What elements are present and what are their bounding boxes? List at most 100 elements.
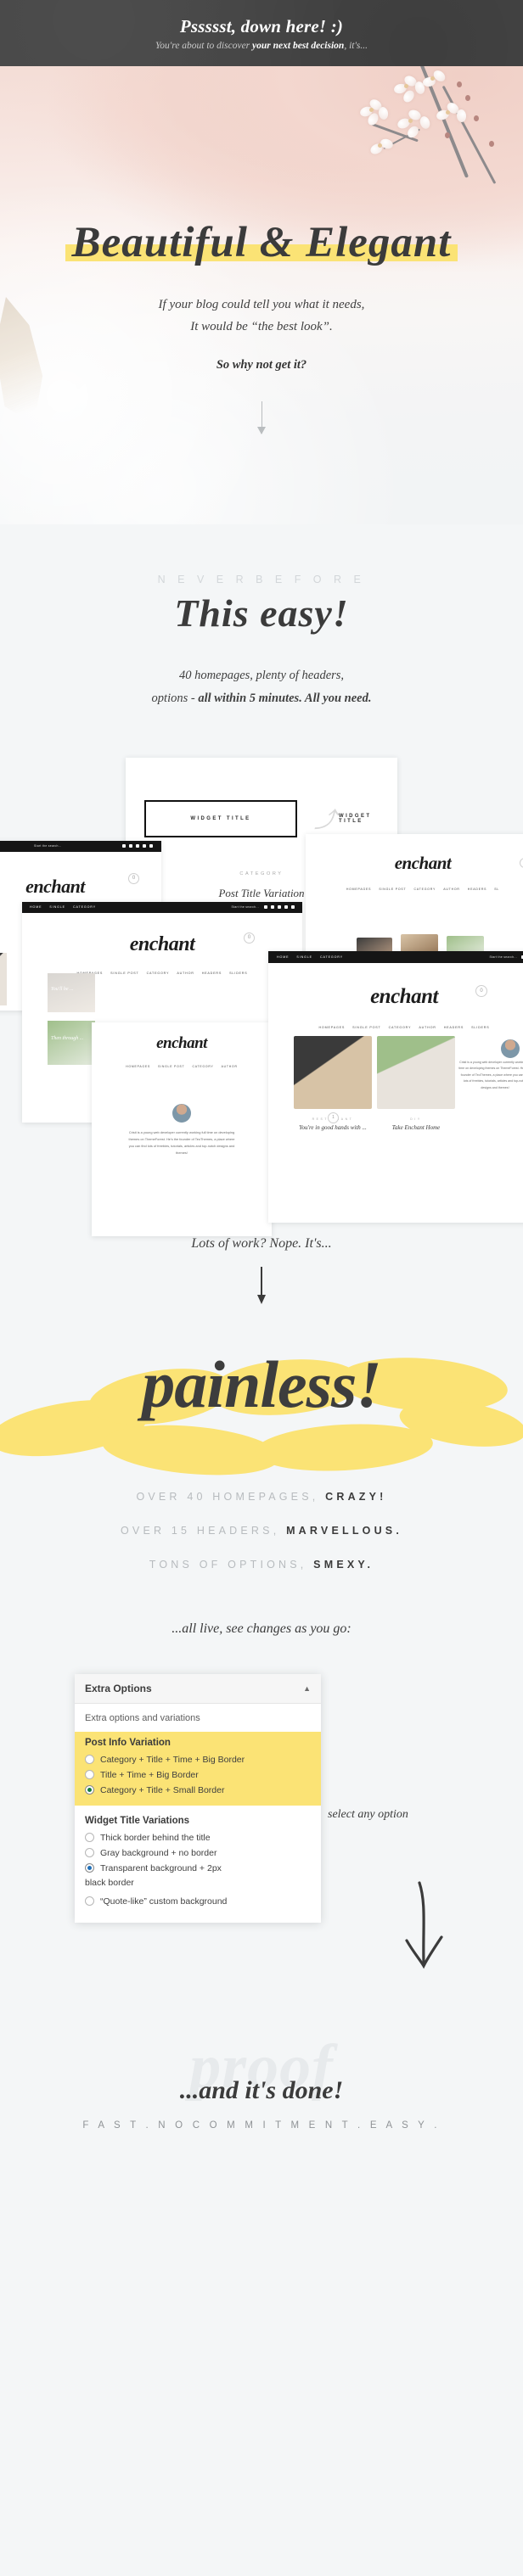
feature-line: OVER 15 HEADERS, MARVELLOUS. <box>0 1525 523 1537</box>
feature-line: OVER 40 HOMEPAGES, CRAZY! <box>0 1491 523 1503</box>
radio-button-selected[interactable] <box>85 1785 94 1795</box>
screenshot-left-topbar: Start the search... <box>0 840 161 852</box>
radio-button[interactable] <box>85 1770 94 1780</box>
screenshot-right-nav: HOMEPAGES SINGLE POST CATEGORY AUTHOR HE… <box>306 888 523 891</box>
swash-flourish-icon-2: ⤵ <box>394 803 397 834</box>
author-bio: Cristi is a young web developer currentl… <box>128 1129 235 1156</box>
nav-item: SL <box>494 887 500 891</box>
hand-drawn-arrow-down-icon <box>397 1881 448 1985</box>
radio-option-row[interactable]: Category + Title + Small Border <box>85 1783 311 1798</box>
caret-up-icon[interactable]: ▲ <box>303 1684 311 1693</box>
screenshot-mid-overlay-2: Then through ... <box>51 1035 84 1041</box>
radio-label: Gray background + no border <box>100 1847 217 1858</box>
easy-copy-line-2-pre: options - <box>151 691 199 705</box>
screenshot-front-right: HOME SINGLE CATEGORY Start the search...… <box>268 950 523 1223</box>
nav-item: HEADERS <box>201 971 222 975</box>
nav-item-single: SINGLE <box>296 955 312 959</box>
nav-item-single: SINGLE <box>49 905 65 910</box>
author-bio-2: Cristi is a young web developer currentl… <box>458 1060 523 1089</box>
cart-icon-2: 0 <box>244 932 255 944</box>
nav-item: SLIDERS <box>229 971 248 975</box>
cart-icon-4: 0 <box>475 984 487 997</box>
feature-bold: MARVELLOUS. <box>286 1524 403 1537</box>
radio-label: “Quote-like” custom background <box>100 1896 228 1907</box>
screenshot-left-thumb <box>0 952 7 1005</box>
radio-label: Category + Title + Small Border <box>100 1784 225 1795</box>
hero-line-1: If your blog could tell you what it need… <box>158 297 365 311</box>
feature-bold: SMEXY. <box>313 1558 374 1571</box>
radio-button[interactable] <box>85 1833 94 1843</box>
mini-search-placeholder-2: Start the search... <box>231 905 259 910</box>
radio-option-row[interactable]: Transparent background + 2px <box>85 1861 311 1876</box>
nav-item: HEADERS <box>443 1025 464 1029</box>
radio-option-row[interactable]: Gray background + no border <box>85 1845 311 1861</box>
mini-search-placeholder: Start the search... <box>34 844 62 848</box>
nav-item-home: HOME <box>30 905 42 910</box>
radio-label: Category + Title + Time + Big Border <box>100 1754 245 1765</box>
nav-item-category: CATEGORY <box>72 905 97 910</box>
post-thumb-1 <box>294 1035 372 1109</box>
screenshot-front-right-nav: HOMEPAGES SINGLE POST CATEGORY AUTHOR HE… <box>268 1026 523 1029</box>
post-card-title-1: You're in good hands with ... <box>299 1123 367 1131</box>
top-announcement-bar: Pssssst, down here! :) You're about to d… <box>0 0 523 66</box>
enchant-logo-3: enchant <box>394 852 452 873</box>
hero-headline: Beautiful & Elegant <box>65 220 458 268</box>
nav-item: SINGLE POST <box>110 971 139 975</box>
screenshot-mid-thumb-1 <box>48 972 95 1012</box>
feature-muted: TONS OF OPTIONS, <box>149 1558 307 1571</box>
screenshot-author-card: enchant HOMEPAGES SINGLE POST CATEGORY A… <box>92 1022 272 1236</box>
feature-line: TONS OF OPTIONS, SMEXY. <box>0 1559 523 1571</box>
radio-button[interactable] <box>85 1848 94 1858</box>
hero-section: Beautiful & Elegant If your blog could t… <box>0 66 523 524</box>
post-number-badge: 1 <box>328 1112 339 1123</box>
arrow-down-icon-2 <box>257 1266 265 1304</box>
nav-item: SINGLE POST <box>352 1025 381 1029</box>
nav-item-home: HOME <box>277 955 290 959</box>
this-easy-section: N E V E R B E F O R E This easy! 40 home… <box>0 524 523 710</box>
widget-title-boxed-label: WIDGET TITLE <box>190 815 251 821</box>
nav-item: AUTHOR <box>443 887 460 891</box>
post-thumb-2 <box>377 1035 455 1109</box>
feature-muted: OVER 40 HOMEPAGES, <box>136 1490 319 1503</box>
widget-title-variations-group: Widget Title Variations Thick border beh… <box>75 1806 321 1923</box>
feature-muted: OVER 15 HEADERS, <box>120 1524 280 1537</box>
radio-option-row[interactable]: Thick border behind the title <box>85 1830 311 1845</box>
done-section: proof ...and it's done! F A S T . N O C … <box>0 2032 523 2176</box>
enchant-logo-4: enchant <box>156 1033 207 1052</box>
screenshot-mid-overlay-1: You'll be ... <box>51 986 74 992</box>
radio-button-selected-2[interactable] <box>85 1863 94 1873</box>
radio-option-row[interactable]: Title + Time + Big Border <box>85 1767 311 1783</box>
radio-option-row[interactable]: Category + Title + Time + Big Border <box>85 1752 311 1767</box>
nav-item: SLIDERS <box>471 1025 490 1029</box>
screenshot-author-nav: HOMEPAGES SINGLE POST CATEGORY AUTHOR <box>92 1065 272 1068</box>
screenshot-mid-nav-short: HOME SINGLE CATEGORY <box>30 905 96 909</box>
radio-label: Transparent background + 2px <box>100 1862 222 1873</box>
select-any-option-annotation: select any option <box>328 1807 408 1821</box>
enchant-logo-2: enchant <box>129 932 195 955</box>
done-headline: ...and it's done! <box>179 2075 344 2104</box>
screenshot-mid-topbar: HOME SINGLE CATEGORY Start the search... <box>22 901 302 913</box>
hand-drawn-arrow-svg <box>405 1881 443 1969</box>
radio-button[interactable] <box>85 1896 94 1907</box>
eyebrow-label: N E V E R B E F O R E <box>157 574 366 585</box>
theme-screenshot-collage: WIDGET TITLE ⤴ WIDGET TITLE ⤵ CATEGORY P… <box>0 749 523 1236</box>
post-info-variation-group: Post Info Variation Category + Title + T… <box>75 1731 321 1806</box>
nav-item: SINGLE POST <box>379 887 407 891</box>
post-info-variation-title: Post Info Variation <box>85 1737 171 1748</box>
radio-option-row[interactable]: “Quote-like” custom background <box>85 1894 311 1909</box>
nav-item: SINGLE POST <box>158 1064 185 1068</box>
extra-options-panel-header[interactable]: Extra Options ▲ <box>75 1673 321 1704</box>
extra-options-subtitle: Extra options and variations <box>85 1712 200 1723</box>
screenshot-front-right-nav-short: HOME SINGLE CATEGORY <box>277 955 343 959</box>
done-subtitle: F A S T . N O C O M M I T M E N T . E A … <box>82 2120 441 2131</box>
post-meta-2: DIY <box>410 1117 422 1121</box>
nav-item: AUTHOR <box>419 1025 436 1029</box>
radio-button[interactable] <box>85 1755 94 1765</box>
live-options-section: ...all live, see changes as you go: Extr… <box>0 1593 523 2032</box>
nav-item: HOMEPAGES <box>346 887 372 891</box>
radio-label: Title + Time + Big Border <box>100 1769 199 1780</box>
landing-page: Pssssst, down here! :) You're about to d… <box>0 0 523 2176</box>
hero-question: So why not get it? <box>216 358 307 372</box>
nav-item: AUTHOR <box>177 971 194 975</box>
cart-icon-3: 0 <box>520 857 523 868</box>
